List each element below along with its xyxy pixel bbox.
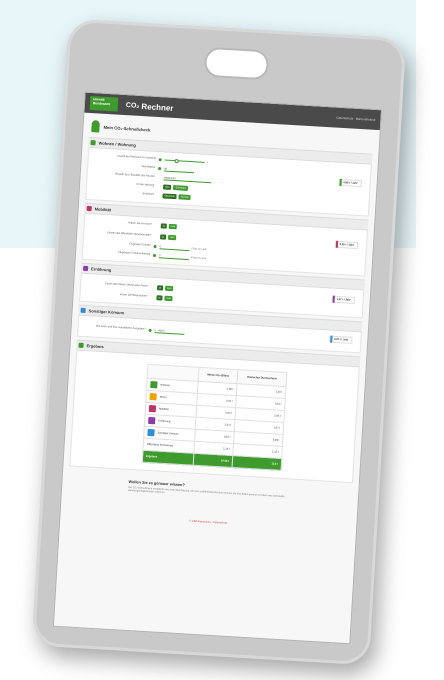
car-icon [148,404,157,413]
bolt-icon [149,392,157,401]
oekostrom-button[interactable]: Ökostrom [162,193,178,200]
food-icon [148,416,156,425]
main-content: Mein CO₂-Schnellcheck Wohnen / Wohnung A… [60,113,380,536]
result-color-bar [335,240,338,248]
category-label: Mobilität [158,407,169,412]
result-value: 1,57 t / Jahr [336,297,351,302]
tablet-frame: Umwelt Bundesamt CO₂ Rechner Datenschutz… [31,18,407,666]
personen-slider[interactable]: 1 [164,158,209,165]
unit-label: Flüge pro Jahr [191,247,207,252]
category-label: Strom [159,395,167,399]
total-avg-value: 11,6 t [232,455,282,471]
bag-icon [80,307,86,314]
heizung-sonstiges-button[interactable]: Sonstiges [173,185,189,191]
field-label: Stromtarif [142,192,154,196]
auto-nein-button[interactable]: nein [168,223,178,230]
section-title-ernaehrung: Ernährung [90,266,112,273]
heizung-gas-button[interactable]: Gas [162,184,172,190]
info-icon[interactable] [158,167,162,171]
header-nav-links[interactable]: Datenschutz · Barrierefreiheit [336,116,375,122]
flug-europa-input[interactable]: 0 [159,244,190,252]
total-my-value: 10,46 t [193,453,233,468]
category-label: Ernährung [158,419,171,424]
section-title-wohnen: Wohnen / Wohnung [98,140,137,148]
field-label: Essen Sie Fleisch, Wurst oder Fisch? [105,281,149,288]
section-body-ergebnis: Meine CO₂-Bilanz Deutscher Durchschnitt … [69,350,360,484]
section-title-ergebnis: Ergebnis [86,343,104,350]
result-value: 0,87 t / Jahr [333,337,349,342]
food-icon [82,265,89,272]
oepnv-ja-button[interactable]: ja [160,233,167,240]
bag-icon [147,428,155,437]
field-label: Flugreisen Transkontinental [118,250,151,256]
flug-trans-input[interactable]: 0 [158,253,190,261]
page-title: Mein CO₂-Schnellcheck [103,124,151,133]
cta-block: Wollen Sie es genauer wissen? Der CO₂-Sc… [68,476,352,505]
co2-logo-icon: CO₂ [125,101,140,110]
ausgaben-select[interactable]: 0 - 400 € [154,327,185,335]
result-badge-mobilitaet: 0,00 t / Jahr [334,240,359,250]
slider-handle[interactable] [174,158,179,163]
brand-label: Rechner [141,101,174,113]
section-title-konsum: Sonstiger Konsum [88,308,125,316]
result-badge-konsum: 0,87 t / Jahr [328,335,353,344]
bio-nein-button[interactable]: nein [164,295,174,302]
tablet-handle-slot [203,46,270,81]
bio-ja-button[interactable]: ja [156,295,163,301]
result-badge-wohnen: 0,86 t / Jahr [338,178,362,188]
field-label: Wie hoch sind Ihre monatlichen Ausgaben? [95,324,146,331]
auto-ja-button[interactable]: ja [160,223,167,229]
footer-link[interactable]: © UBA Impressum · Datenschutz [66,513,350,533]
house-icon [150,381,158,389]
unit-label: Flüge pro Jahr [190,256,207,261]
result-table: Meine CO₂-Bilanz Deutscher Durchschnitt … [142,364,288,471]
category-label: Sonstiger Konsum [157,431,179,436]
car-icon [86,205,92,212]
field-label: Nutzen Sie öffentliche Verkehrsmittel? [107,230,152,237]
result-color-bar [339,178,342,186]
result-badge-ernaehrung: 1,57 t / Jahr [331,295,355,304]
uba-logo[interactable]: Umwelt Bundesamt [89,95,119,112]
result-value: 0,86 t / Jahr [343,181,358,185]
total-label: Ergebnis [142,450,195,466]
house-icon [90,140,96,146]
tablet-screen: Umwelt Bundesamt CO₂ Rechner Datenschutz… [52,91,383,645]
result-color-bar [332,295,335,303]
category-label: Wohnen [160,383,171,388]
info-icon[interactable] [148,328,152,332]
field-label: Essen Sie Bioprodukte? [119,293,148,298]
fleisch-ja-button[interactable]: ja [156,284,164,291]
footprint-icon [91,120,100,133]
info-icon[interactable] [152,253,157,258]
wohnflaeche-input[interactable]: 30 [164,166,195,174]
slider-value: 1 [206,160,209,165]
result-value: 0,00 t / Jahr [339,242,355,247]
fleisch-nein-button[interactable]: nein [164,285,174,291]
result-color-bar [329,335,333,343]
brand-title: CO₂ Rechner [125,101,174,113]
normalstrom-button[interactable]: Normal [178,194,191,201]
info-icon[interactable] [153,244,157,249]
oepnv-nein-button[interactable]: nein [167,234,177,240]
info-icon[interactable] [158,158,162,162]
section-title-mobilitaet: Mobilität [94,206,112,213]
chart-icon [78,342,84,348]
slider-track[interactable] [164,158,205,163]
